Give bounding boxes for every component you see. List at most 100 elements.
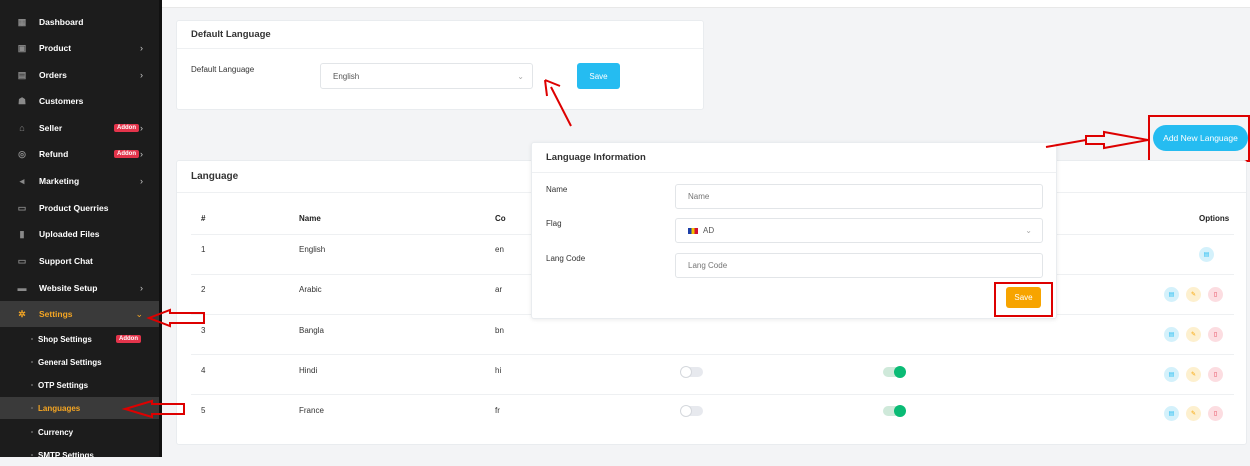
sidebar-item-label: Product Querries <box>39 203 109 213</box>
sidebar-item-label: Seller <box>39 123 63 133</box>
sidebar-subitem-shop-settings[interactable]: Shop Settings Addon <box>0 328 159 350</box>
sidebar-item-product[interactable]: ▣ Product › <box>0 35 159 61</box>
sidebar-subitem-label: Languages <box>38 403 81 413</box>
chevron-right-icon: › <box>140 70 143 80</box>
annotation-arrow-to-add-button <box>1045 130 1149 150</box>
toggle-knob <box>680 366 692 378</box>
card-title: Language Information <box>532 143 1056 173</box>
translation-button[interactable]: ▤ <box>1164 287 1179 302</box>
sidebar-item-label: Refund <box>39 149 69 159</box>
sidebar-subitem-currency[interactable]: Currency <box>0 421 159 443</box>
sidebar-subitem-label: Currency <box>38 427 74 437</box>
translate-icon: ▤ <box>1168 332 1175 338</box>
edit-button[interactable]: ✎ <box>1186 406 1201 421</box>
annotation-highlight-box <box>994 282 1053 317</box>
bullet-icon <box>31 431 33 433</box>
delete-button[interactable]: ▯ <box>1208 367 1223 382</box>
sidebar-item-label: Website Setup <box>39 283 98 293</box>
default-language-select[interactable]: English ⌄ <box>320 63 533 89</box>
sidebar-item-label: Customers <box>39 96 84 106</box>
trash-icon: ▯ <box>1213 372 1218 378</box>
column-header-name: Name <box>299 214 321 223</box>
row-name: Arabic <box>299 285 322 294</box>
default-language-label: Default Language <box>191 65 255 74</box>
orders-icon: ▤ <box>17 69 27 80</box>
sidebar-item-label: Orders <box>39 70 67 80</box>
row-code: hi <box>495 366 502 375</box>
sidebar-item-dashboard[interactable]: ▦ Dashboard <box>0 9 159 35</box>
name-label: Name <box>546 185 568 194</box>
sidebar-subitem-otp-settings[interactable]: OTP Settings <box>0 374 159 396</box>
website-icon: ▬ <box>17 283 27 293</box>
customers-icon: ☗ <box>17 95 27 106</box>
sidebar-item-label: Uploaded Files <box>39 229 100 239</box>
chat-icon: ▭ <box>17 202 27 213</box>
status-toggle[interactable] <box>883 366 906 378</box>
edit-icon: ✎ <box>1190 372 1197 378</box>
sidebar-item-website-setup[interactable]: ▬ Website Setup › <box>0 275 159 301</box>
toggle-knob <box>894 405 906 417</box>
lang-code-label: Lang Code <box>546 254 586 263</box>
bullet-icon <box>31 361 33 363</box>
flag-label: Flag <box>546 219 562 228</box>
sidebar-item-support-chat[interactable]: ▭ Support Chat <box>0 248 159 274</box>
status-toggle[interactable] <box>883 405 906 417</box>
sidebar-subitem-smtp-settings[interactable]: SMTP Settings <box>0 444 159 466</box>
chevron-down-icon: ⌄ <box>1025 226 1032 235</box>
name-input[interactable] <box>675 184 1043 209</box>
row-code: ar <box>495 285 503 294</box>
sidebar-subitem-label: General Settings <box>38 357 102 367</box>
sidebar-item-label: Settings <box>39 309 73 319</box>
rtl-toggle[interactable] <box>680 405 703 417</box>
edit-icon: ✎ <box>1190 411 1197 417</box>
row-name: English <box>299 245 326 254</box>
chevron-down-icon: ⌄ <box>517 71 524 81</box>
delete-button[interactable]: ▯ <box>1208 287 1223 302</box>
edit-icon: ✎ <box>1190 332 1197 338</box>
row-num: 2 <box>201 285 206 294</box>
default-language-card: Default Language Default Language Englis… <box>176 20 704 110</box>
sidebar-subitem-label: Shop Settings <box>38 334 92 344</box>
sidebar-item-seller[interactable]: ⌂ Seller Addon › <box>0 115 159 141</box>
sidebar-item-orders[interactable]: ▤ Orders › <box>0 62 159 88</box>
sidebar-item-customers[interactable]: ☗ Customers <box>0 88 159 114</box>
translate-icon: ▤ <box>1168 292 1175 298</box>
bullet-icon <box>31 454 33 456</box>
rtl-toggle[interactable] <box>680 366 703 378</box>
sidebar-subitem-languages[interactable]: Languages <box>0 397 159 419</box>
chevron-right-icon: › <box>140 123 143 133</box>
translation-button[interactable]: ▤ <box>1164 367 1179 382</box>
flag-select[interactable]: AD ⌄ <box>675 218 1043 243</box>
translate-icon: ▤ <box>1168 411 1175 417</box>
translation-button[interactable]: ▤ <box>1199 247 1214 262</box>
row-name: France <box>299 406 324 415</box>
top-bar <box>162 0 1250 8</box>
delete-button[interactable]: ▯ <box>1208 327 1223 342</box>
translation-button[interactable]: ▤ <box>1164 406 1179 421</box>
marketing-icon: ◂ <box>19 175 25 186</box>
delete-button[interactable]: ▯ <box>1208 406 1223 421</box>
edit-button[interactable]: ✎ <box>1186 287 1201 302</box>
toggle-knob <box>680 405 692 417</box>
sidebar-item-refund[interactable]: ◎ Refund Addon › <box>0 141 159 167</box>
translation-button[interactable]: ▤ <box>1164 327 1179 342</box>
sidebar-item-marketing[interactable]: ◂ Marketing › <box>0 168 159 194</box>
row-code: bn <box>495 326 504 335</box>
chevron-down-icon: ⌄ <box>135 308 143 319</box>
lang-code-input[interactable] <box>675 253 1043 278</box>
chevron-right-icon: › <box>140 176 143 186</box>
edit-button[interactable]: ✎ <box>1186 367 1201 382</box>
row-num: 4 <box>201 366 206 375</box>
column-header-num: # <box>201 214 206 223</box>
card-title: Default Language <box>177 21 703 49</box>
edit-button[interactable]: ✎ <box>1186 327 1201 342</box>
sidebar-item-settings[interactable]: ✲ Settings ⌄ <box>0 301 159 327</box>
save-default-language-button[interactable]: Save <box>577 63 620 89</box>
sidebar-subitem-general-settings[interactable]: General Settings <box>0 351 159 373</box>
row-num: 1 <box>201 245 206 254</box>
language-info-card: Language Information Name Flag AD ⌄ Lang… <box>531 142 1057 319</box>
translate-icon: ▤ <box>1203 252 1210 258</box>
sidebar-item-product-querries[interactable]: ▭ Product Querries <box>0 195 159 221</box>
sidebar-item-uploaded-files[interactable]: ▮ Uploaded Files <box>0 221 159 247</box>
bullet-icon <box>31 407 33 409</box>
